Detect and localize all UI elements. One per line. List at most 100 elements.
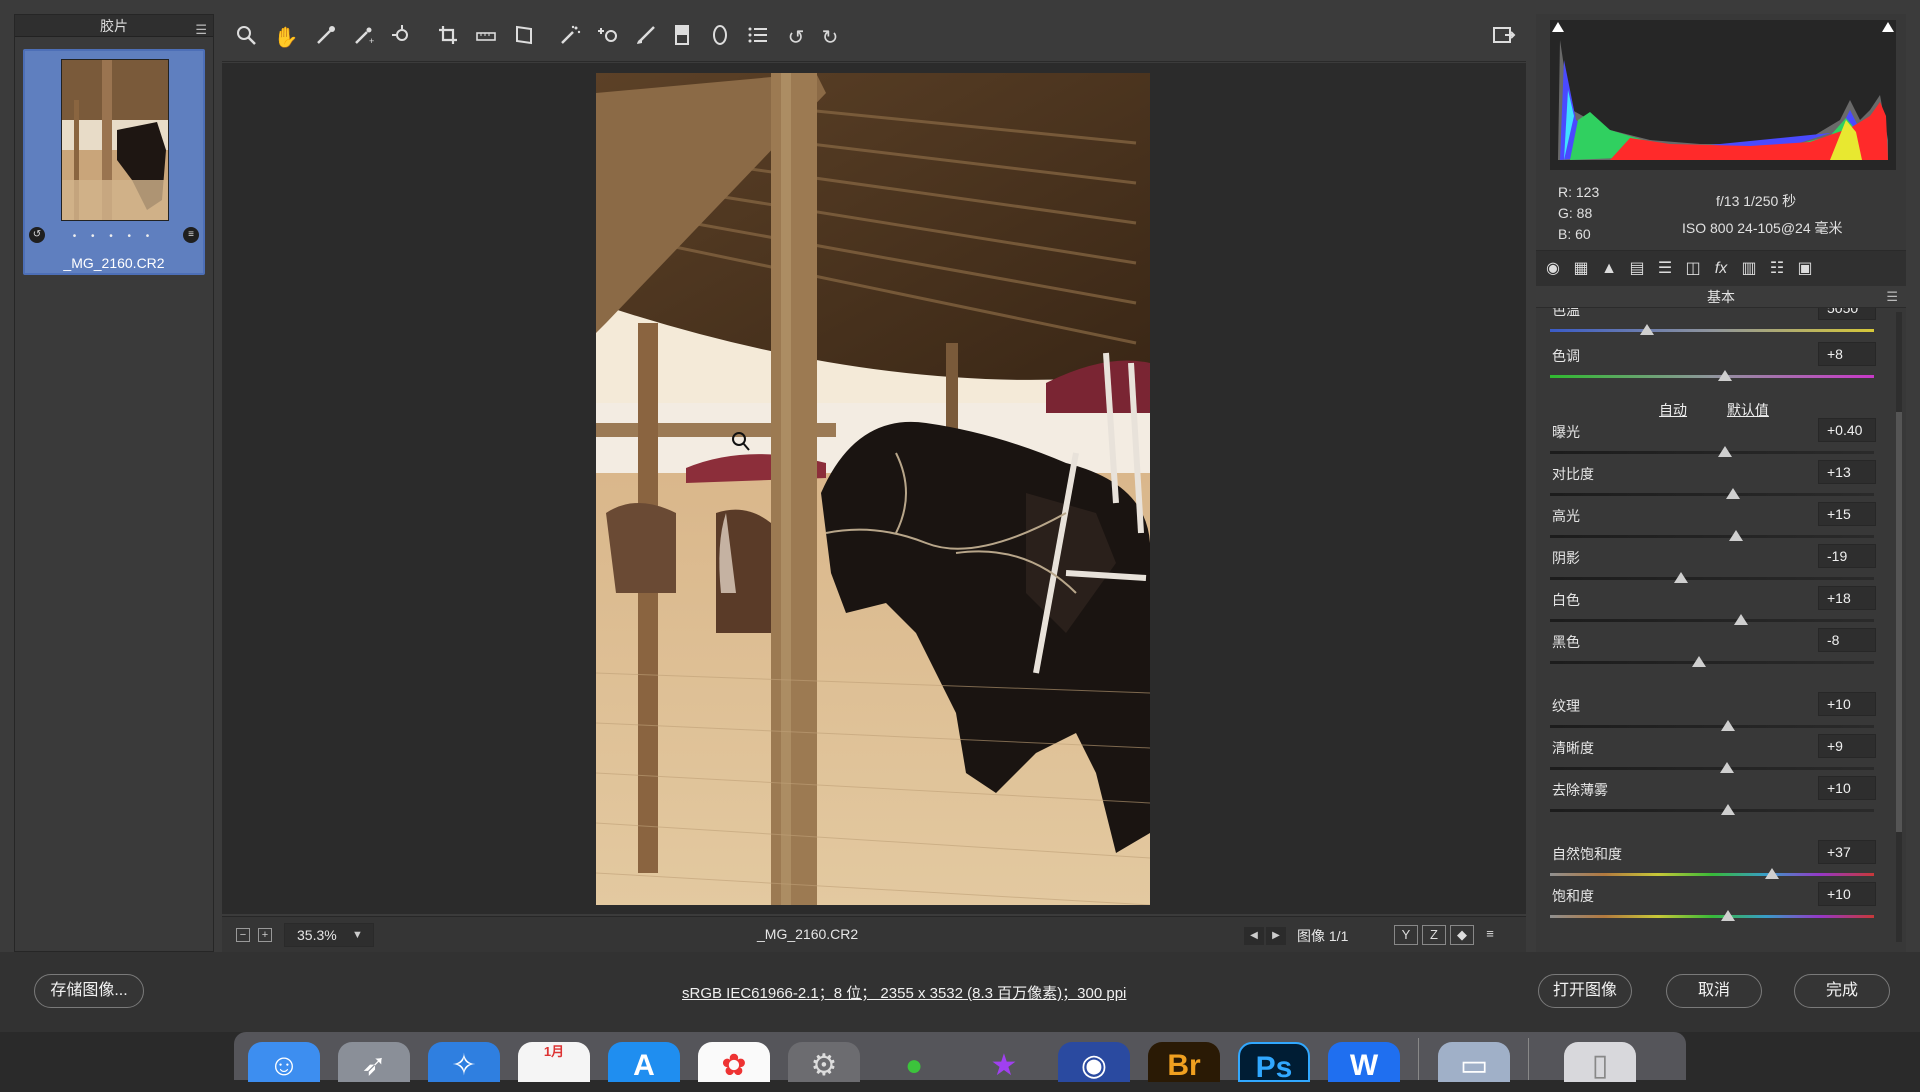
save-image-button[interactable]: 存储图像...: [34, 974, 144, 1008]
snapshots-icon[interactable]: ▣: [1794, 259, 1816, 279]
bridge-icon[interactable]: Br: [1148, 1042, 1220, 1082]
auto-link[interactable]: 自动: [1659, 402, 1687, 418]
hand-tool-icon[interactable]: ✋: [272, 24, 300, 52]
photo-booth-icon[interactable]: ✿: [698, 1042, 770, 1082]
fullscreen-toggle-icon[interactable]: [1490, 24, 1518, 52]
slider-value-field[interactable]: +8: [1818, 342, 1876, 366]
open-image-button[interactable]: 打开图像: [1538, 974, 1632, 1008]
slider-value-field[interactable]: +9: [1818, 734, 1876, 758]
split-toning-icon[interactable]: ☰: [1654, 259, 1676, 279]
done-button[interactable]: 完成: [1794, 974, 1890, 1008]
slider-track[interactable]: [1550, 767, 1874, 770]
launchpad-icon[interactable]: ➶: [338, 1042, 410, 1082]
detail-icon[interactable]: ▲: [1598, 259, 1620, 279]
white-balance-tool-icon[interactable]: [312, 24, 340, 52]
wechat-icon[interactable]: ●: [878, 1042, 950, 1082]
slider-value-field[interactable]: +0.40: [1818, 418, 1876, 442]
camera-calibration-icon[interactable]: ▥: [1738, 259, 1760, 279]
slider-value-field[interactable]: +18: [1818, 586, 1876, 610]
red-eye-tool-icon[interactable]: [594, 24, 622, 52]
slider-track[interactable]: [1550, 619, 1874, 622]
filmstrip-menu-icon[interactable]: ☰: [195, 19, 207, 41]
quicktime-icon[interactable]: ◉: [1058, 1042, 1130, 1082]
slider-track[interactable]: [1550, 375, 1874, 378]
slider-thumb[interactable]: [1729, 530, 1744, 541]
slider-thumb[interactable]: [1719, 762, 1734, 773]
zoom-out-button[interactable]: −: [236, 928, 250, 942]
zoom-in-button[interactable]: +: [258, 928, 272, 942]
slider-track[interactable]: [1550, 493, 1874, 496]
basic-panel-icon[interactable]: ◉: [1542, 259, 1564, 279]
slider-track[interactable]: [1550, 873, 1874, 876]
slider-thumb[interactable]: [1721, 910, 1736, 921]
trash-icon[interactable]: ▯: [1564, 1042, 1636, 1082]
slider-thumb[interactable]: [1717, 370, 1732, 381]
slider-track[interactable]: [1550, 451, 1874, 454]
image-canvas[interactable]: [222, 63, 1526, 914]
slider-thumb[interactable]: [1692, 656, 1707, 667]
slider-value-field[interactable]: +15: [1818, 502, 1876, 526]
hsl-icon[interactable]: ▤: [1626, 259, 1648, 279]
slider-track[interactable]: [1550, 661, 1874, 664]
slider-track[interactable]: [1550, 535, 1874, 538]
slider-thumb[interactable]: [1734, 614, 1749, 625]
slider-value-field[interactable]: +13: [1818, 460, 1876, 484]
slider-thumb[interactable]: [1726, 488, 1741, 499]
slider-track[interactable]: [1550, 577, 1874, 580]
color-sampler-tool-icon[interactable]: +: [350, 24, 378, 52]
slider-value-field[interactable]: +10: [1818, 776, 1876, 800]
presets-icon[interactable]: ☷: [1766, 259, 1788, 279]
slider-thumb[interactable]: [1721, 804, 1736, 815]
finder-icon[interactable]: ☺: [248, 1042, 320, 1082]
slider-value-field[interactable]: 5050: [1818, 308, 1876, 320]
calendar-icon[interactable]: 1月: [518, 1042, 590, 1082]
wps-icon[interactable]: W: [1328, 1042, 1400, 1082]
filmstrip-thumbnail[interactable]: ↺ • • • • • ≡ _MG_2160.CR2: [23, 49, 205, 275]
scrollbar-thumb[interactable]: [1896, 412, 1902, 832]
slider-value-field[interactable]: +37: [1818, 840, 1876, 864]
lens-corrections-icon[interactable]: ◫: [1682, 259, 1704, 279]
swap-settings-button[interactable]: Z: [1422, 925, 1446, 945]
graduated-filter-tool-icon[interactable]: [668, 24, 696, 52]
slider-track[interactable]: [1550, 725, 1874, 728]
adjustment-brush-tool-icon[interactable]: [632, 24, 660, 52]
chevron-down-icon[interactable]: ▼: [352, 923, 363, 947]
rating-dots[interactable]: • • • • •: [25, 231, 203, 242]
crop-tool-icon[interactable]: [434, 24, 462, 52]
rotate-left-icon[interactable]: ↺: [782, 24, 810, 52]
copy-settings-button[interactable]: ◆: [1450, 925, 1474, 945]
cancel-button[interactable]: 取消: [1666, 974, 1762, 1008]
slider-value-field[interactable]: +10: [1818, 882, 1876, 906]
spot-removal-tool-icon[interactable]: [556, 24, 584, 52]
preferences-list-icon[interactable]: [744, 24, 772, 52]
toggle-settings-button[interactable]: ≡: [1478, 925, 1502, 945]
slider-track[interactable]: [1550, 329, 1874, 332]
panel-menu-icon[interactable]: ☰: [1886, 286, 1898, 308]
slider-value-field[interactable]: -19: [1818, 544, 1876, 568]
workflow-options-link[interactable]: sRGB IEC61966-2.1；8 位； 2355 x 3532 (8.3 …: [682, 982, 1126, 1003]
transform-tool-icon[interactable]: [510, 24, 538, 52]
previous-image-button[interactable]: ◀: [1244, 927, 1264, 945]
default-link[interactable]: 默认值: [1727, 402, 1769, 418]
photo-preview[interactable]: [596, 73, 1150, 905]
slider-track[interactable]: [1550, 809, 1874, 812]
settings-icon[interactable]: ≡: [183, 227, 199, 243]
before-after-toggle[interactable]: Y: [1394, 925, 1418, 945]
photoshop-icon[interactable]: Ps: [1238, 1042, 1310, 1084]
app-store-icon[interactable]: A: [608, 1042, 680, 1082]
tone-curve-icon[interactable]: ▦: [1570, 259, 1592, 279]
slider-thumb[interactable]: [1717, 446, 1732, 457]
radial-filter-tool-icon[interactable]: [706, 24, 734, 52]
next-image-button[interactable]: ▶: [1266, 927, 1286, 945]
slider-thumb[interactable]: [1721, 720, 1736, 731]
slider-thumb[interactable]: [1764, 868, 1779, 879]
slider-thumb[interactable]: [1640, 324, 1655, 335]
straighten-tool-icon[interactable]: [472, 24, 500, 52]
imovie-icon[interactable]: ★: [968, 1042, 1040, 1082]
system-preferences-icon[interactable]: ⚙: [788, 1042, 860, 1082]
panel-scrollbar[interactable]: [1896, 312, 1902, 942]
slider-value-field[interactable]: -8: [1818, 628, 1876, 652]
targeted-adjustment-tool-icon[interactable]: [388, 24, 416, 52]
rotate-right-icon[interactable]: ↻: [816, 24, 844, 52]
zoom-tool-icon[interactable]: [232, 24, 260, 52]
